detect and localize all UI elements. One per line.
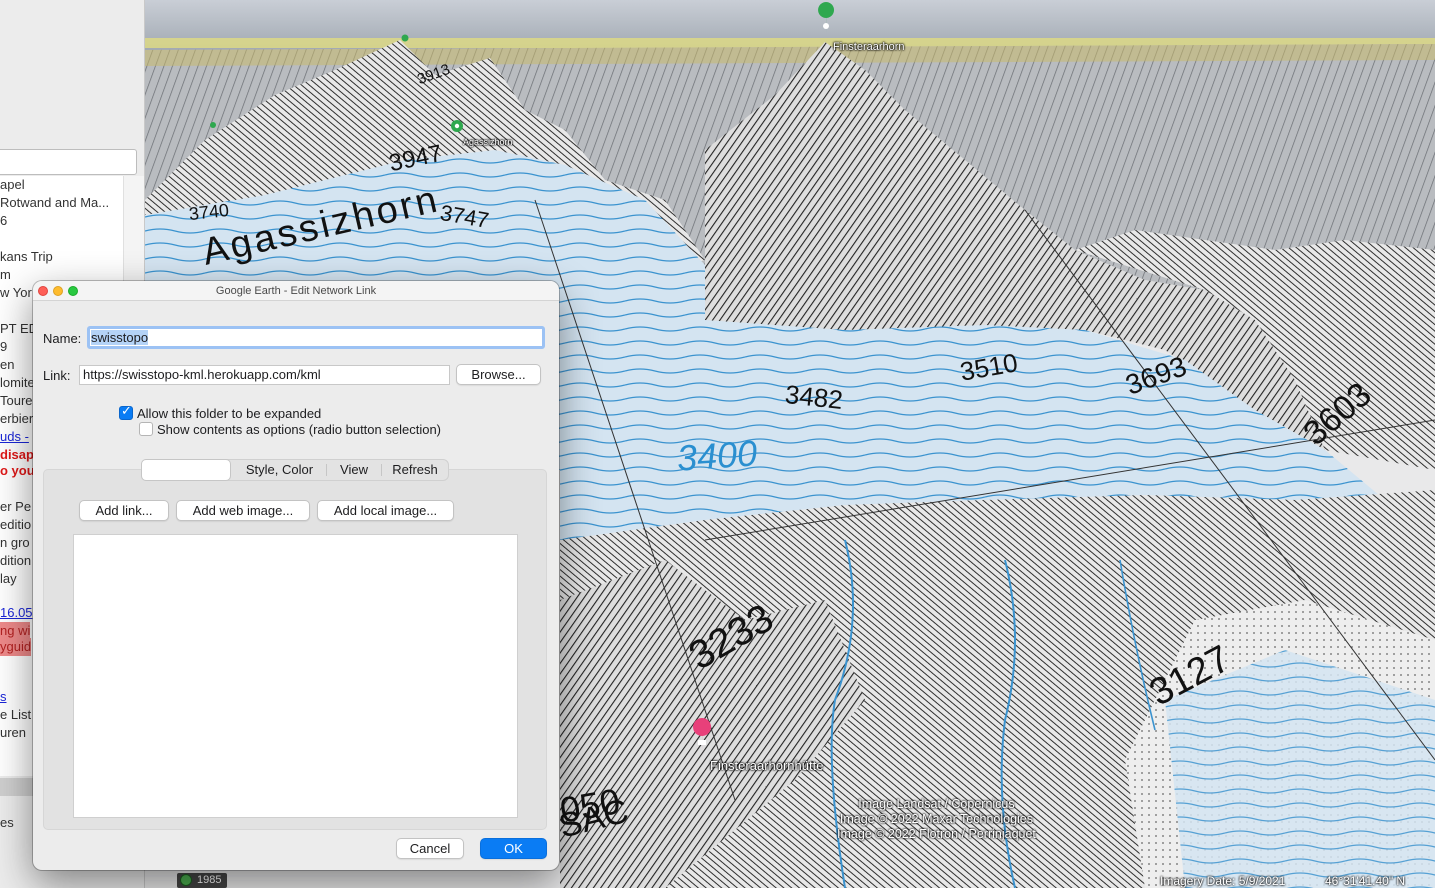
sidebar-bottom-item[interactable]: es bbox=[0, 814, 14, 832]
pin-agassizhorn bbox=[451, 120, 463, 132]
place-item[interactable]: m bbox=[0, 266, 11, 284]
place-item[interactable]: w Yor bbox=[0, 284, 32, 302]
elevation-label: 3482 bbox=[783, 379, 845, 415]
tab-view[interactable]: View bbox=[327, 460, 381, 480]
attribution-line: Image © 2022 Flotron / Perrinjaquet bbox=[837, 827, 1036, 841]
place-item[interactable]: dition bbox=[0, 552, 31, 570]
globe-icon bbox=[180, 874, 192, 886]
close-window-icon[interactable] bbox=[38, 286, 48, 296]
tab-bar: Style, Color View Refresh bbox=[141, 459, 449, 481]
name-input-value: swisstopo bbox=[91, 330, 149, 345]
place-link[interactable]: uds - bbox=[0, 428, 29, 446]
link-input[interactable]: https://swisstopo-kml.herokuapp.com/kml bbox=[79, 365, 450, 385]
place-item[interactable]: 6 bbox=[0, 212, 7, 230]
add-local-image-button[interactable]: Add local image... bbox=[317, 500, 454, 521]
browse-button[interactable]: Browse... bbox=[456, 364, 541, 385]
place-item[interactable]: lay bbox=[0, 570, 17, 588]
elevation-label: 3740 bbox=[188, 199, 230, 225]
zoom-window-icon[interactable] bbox=[68, 286, 78, 296]
imagery-attribution: Image Landsat / Copernicus Image © 2022 … bbox=[837, 797, 1036, 842]
radio-options-label[interactable]: Show contents as options (radio button s… bbox=[157, 422, 441, 437]
altitude-badge: 1985 bbox=[177, 873, 228, 888]
imagery-date: Imagery Date: 5/9/2021 bbox=[1160, 874, 1286, 888]
edit-network-link-dialog: Google Earth - Edit Network Link Name: s… bbox=[33, 281, 559, 870]
status-bar: Imagery Date: 5/9/2021 46°31'41.40" N bbox=[1160, 874, 1435, 888]
minimize-window-icon[interactable] bbox=[53, 286, 63, 296]
place-item[interactable]: Toure bbox=[0, 392, 33, 410]
tab-description[interactable] bbox=[141, 459, 231, 481]
ok-button[interactable]: OK bbox=[480, 838, 547, 859]
place-item[interactable]: n gro bbox=[0, 534, 30, 552]
place-item[interactable]: apel bbox=[0, 176, 25, 194]
map-label-agassizhorn-peak[interactable]: Agassizhorn bbox=[463, 137, 513, 147]
place-item[interactable]: e List bbox=[0, 706, 31, 724]
attribution-line: Image © 2022 Maxar Technologies bbox=[839, 812, 1034, 826]
altitude-value: 1985 bbox=[197, 874, 222, 886]
attribution-line: Image Landsat / Copernicus bbox=[858, 797, 1015, 811]
dialog-title: Google Earth - Edit Network Link bbox=[215, 285, 377, 297]
place-item[interactable]: kans Trip bbox=[0, 248, 53, 266]
sidebar-divider bbox=[0, 778, 33, 796]
name-input[interactable]: swisstopo bbox=[87, 326, 545, 349]
cancel-button[interactable]: Cancel bbox=[396, 838, 464, 859]
place-item[interactable]: lomite bbox=[0, 374, 35, 392]
link-label: Link: bbox=[43, 368, 71, 383]
place-item[interactable]: erbier bbox=[0, 410, 33, 428]
place-item[interactable]: er Pe bbox=[0, 498, 31, 516]
glacier-elevation-label: 3400 bbox=[675, 432, 759, 479]
place-item[interactable]: 9 bbox=[0, 338, 7, 356]
map-label-finsteraarhornhuette[interactable]: Finsteraarhornhütte bbox=[710, 758, 823, 773]
tab-refresh[interactable]: Refresh bbox=[382, 460, 448, 480]
place-item[interactable]: en bbox=[0, 356, 14, 374]
description-textarea[interactable] bbox=[73, 534, 518, 818]
allow-expand-label[interactable]: Allow this folder to be expanded bbox=[137, 406, 321, 421]
add-link-button[interactable]: Add link... bbox=[79, 500, 169, 521]
place-item[interactable]: editio bbox=[0, 516, 31, 534]
coordinates-readout: 46°31'41.40" N bbox=[1325, 874, 1406, 888]
place-link[interactable]: 16.05 bbox=[0, 604, 33, 622]
place-item[interactable]: Rotwand and Ma... bbox=[0, 194, 109, 212]
radio-options-checkbox[interactable] bbox=[139, 422, 153, 436]
sidebar-search-field[interactable] bbox=[0, 149, 137, 175]
map-label-finsteraarhorn[interactable]: Finsteraarhorn bbox=[833, 41, 905, 53]
place-item[interactable]: uren bbox=[0, 724, 26, 742]
dialog-titlebar[interactable]: Google Earth - Edit Network Link bbox=[33, 281, 559, 301]
tab-style-color[interactable]: Style, Color bbox=[233, 460, 326, 480]
name-label: Name: bbox=[43, 331, 82, 346]
place-item-highlighted[interactable]: yguid bbox=[0, 638, 32, 656]
place-item-warning[interactable]: o you bbox=[0, 462, 35, 480]
add-web-image-button[interactable]: Add web image... bbox=[176, 500, 310, 521]
place-link[interactable]: s bbox=[0, 688, 7, 706]
allow-expand-checkbox[interactable] bbox=[119, 404, 133, 420]
